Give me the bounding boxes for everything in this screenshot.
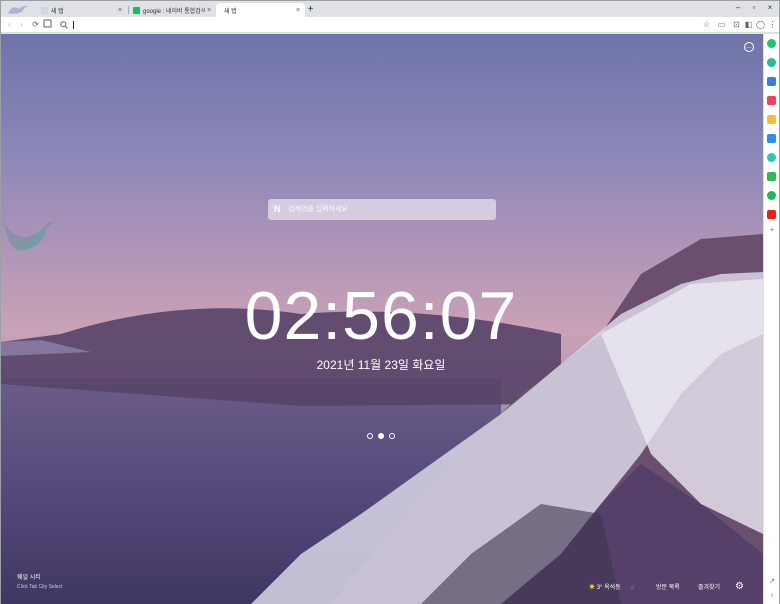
green-calendar-icon[interactable] bbox=[767, 172, 776, 181]
menu-button[interactable]: ⋮ bbox=[767, 19, 778, 30]
tab-title: google : 네이버 통합검색 bbox=[143, 8, 205, 15]
tab-new-tab-1[interactable]: 새 탭 × bbox=[37, 3, 127, 17]
tab-title: 새 탭 bbox=[224, 8, 237, 15]
address-bar[interactable] bbox=[57, 19, 697, 31]
weather-temperature: 3° bbox=[596, 585, 603, 591]
whale-icon bbox=[41, 6, 48, 14]
sidebar-toggle-button[interactable]: ◧ bbox=[743, 19, 754, 30]
clock-time: 02:56:07 bbox=[244, 278, 518, 354]
text-caret bbox=[73, 21, 74, 29]
photo-credit[interactable]: 웨일 시티 Click Tab City Select bbox=[17, 574, 62, 591]
green-circle-icon[interactable] bbox=[767, 58, 776, 67]
tab-strip: 새 탭 × google : 네이버 통합검색 × 새 탭 × + – ▫ × bbox=[1, 1, 779, 17]
green-music-icon[interactable] bbox=[767, 191, 776, 200]
shortcuts-link[interactable]: 즐겨찾기 bbox=[698, 583, 720, 593]
gear-icon[interactable]: ⚙ bbox=[734, 581, 745, 592]
theme-icon[interactable]: ◌ bbox=[631, 583, 635, 593]
back-button[interactable]: ‹ bbox=[4, 19, 15, 30]
home-button[interactable] bbox=[42, 19, 53, 30]
address-input[interactable] bbox=[71, 19, 671, 31]
photo-subtitle: Click Tab City Select bbox=[17, 584, 63, 590]
sidebar: + ↗ › bbox=[763, 34, 779, 604]
naver-logo-icon: N bbox=[274, 204, 281, 214]
red-pocket-icon[interactable] bbox=[767, 96, 776, 105]
photo-title: 웨일 시티 bbox=[17, 575, 41, 581]
teal-icon[interactable] bbox=[767, 153, 776, 162]
browser-window: 새 탭 × google : 네이버 통합검색 × 새 탭 × + – ▫ × … bbox=[0, 0, 780, 604]
sun-icon: ☀ bbox=[589, 585, 596, 591]
carousel-dot-active[interactable] bbox=[378, 433, 384, 439]
tab-new-tab-active[interactable]: 새 탭 × bbox=[216, 3, 305, 17]
toolbar: ‹ › ⟳ ☆ ▭ ⊡ ◧ ◯ ⋮ bbox=[1, 17, 779, 33]
carousel-dots bbox=[367, 433, 397, 441]
close-icon[interactable]: × bbox=[205, 7, 213, 14]
reload-button[interactable]: ⟳ bbox=[30, 19, 41, 30]
maximize-button[interactable]: ▫ bbox=[747, 2, 761, 14]
search-input[interactable] bbox=[288, 203, 488, 216]
add-icon[interactable]: + bbox=[768, 227, 776, 235]
popout-icon[interactable]: ↗ bbox=[768, 578, 776, 586]
tab-title: 새 탭 bbox=[51, 8, 64, 15]
profile-button[interactable]: ◯ bbox=[755, 19, 766, 30]
home-icon bbox=[43, 19, 52, 28]
new-tab-page: … N 02:56:07 2021년 11월 23일 화요일 웨일 시티 Cli… bbox=[1, 34, 763, 604]
red-youtube-icon[interactable] bbox=[767, 210, 776, 219]
forward-button[interactable]: › bbox=[16, 19, 27, 30]
search-icon bbox=[60, 21, 68, 29]
bookmark-star-button[interactable]: ☆ bbox=[701, 19, 712, 30]
minimize-button[interactable]: – bbox=[731, 2, 745, 14]
blue-square-icon[interactable] bbox=[767, 77, 776, 86]
close-icon[interactable]: × bbox=[294, 7, 302, 14]
capture-button[interactable]: ⊡ bbox=[731, 19, 742, 30]
carousel-dot[interactable] bbox=[367, 433, 373, 439]
tab-naver-search[interactable]: google : 네이버 통합검색 × bbox=[129, 3, 216, 17]
mobile-view-button[interactable]: ▭ bbox=[716, 19, 727, 30]
green-plus-icon[interactable] bbox=[767, 39, 776, 48]
weather-location: 옥석동 bbox=[604, 585, 621, 591]
clock-date: 2021년 11월 23일 화요일 bbox=[316, 358, 446, 372]
close-icon[interactable]: × bbox=[116, 7, 124, 14]
weather-widget[interactable]: ☀ 3° 옥석동 bbox=[589, 583, 621, 593]
naver-search-box[interactable]: N bbox=[268, 199, 496, 220]
whale-logo-icon bbox=[8, 5, 28, 14]
carousel-dot[interactable] bbox=[389, 433, 395, 439]
blue-e-icon[interactable] bbox=[767, 134, 776, 143]
most-visited-link[interactable]: 방문 목록 bbox=[656, 583, 680, 593]
yellow-icon[interactable] bbox=[767, 115, 776, 124]
collapse-icon[interactable]: › bbox=[768, 592, 776, 600]
whale-bird-icon bbox=[5, 222, 53, 252]
feedback-icon[interactable]: … bbox=[744, 42, 754, 52]
naver-icon bbox=[133, 6, 140, 14]
new-tab-button[interactable]: + bbox=[305, 4, 316, 15]
close-window-button[interactable]: × bbox=[763, 2, 777, 14]
